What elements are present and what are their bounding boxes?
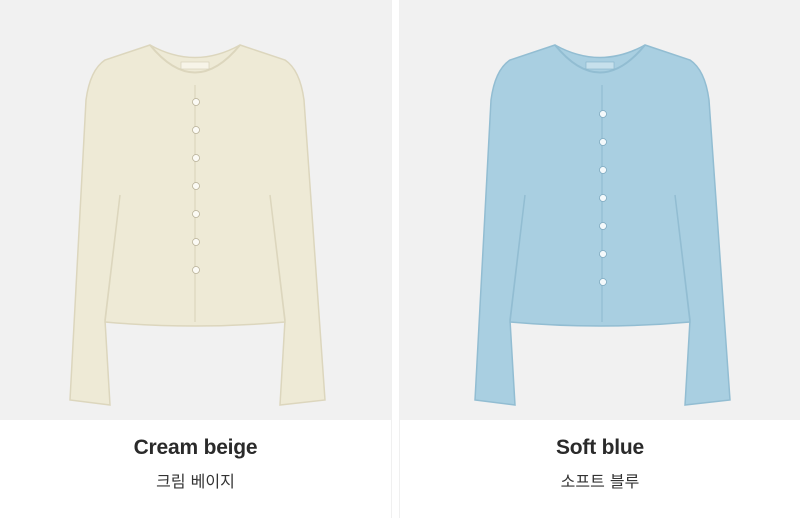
product-photo-cream-beige[interactable] [0,0,391,420]
product-name-ko: 소프트 블루 [560,472,640,491]
product-name-en: Cream beige [133,436,258,459]
product-card-cream-beige[interactable]: Cream beige 크림 베이지 [0,0,391,518]
product-name-ko: 크림 베이지 [156,472,235,491]
panel-divider [391,0,400,518]
product-photo-soft-blue[interactable] [400,0,800,420]
product-name-en: Soft blue [555,436,645,459]
product-card-soft-blue[interactable]: Soft blue 소프트 블루 [400,0,800,518]
cardigan-image [474,44,731,406]
cardigan-image [69,44,326,406]
